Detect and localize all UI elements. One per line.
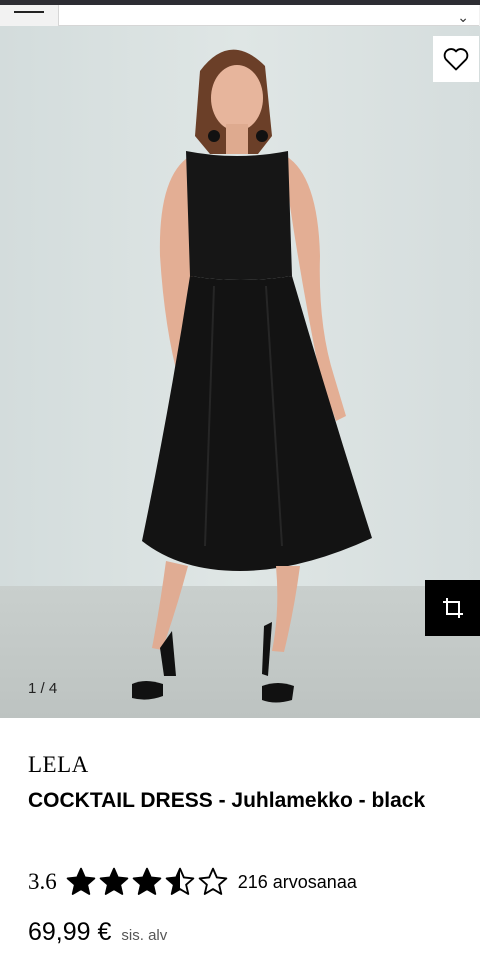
heart-outline-icon [443, 48, 469, 71]
rating-value: 3.6 [28, 869, 57, 894]
image-counter: 1 / 4 [28, 680, 58, 697]
star-full-icon [132, 867, 162, 895]
star-full-icon [66, 867, 96, 895]
favorite-button[interactable] [433, 36, 479, 82]
star-half-icon [165, 867, 195, 895]
price: 69,99 € [28, 918, 112, 946]
vat-note: sis. alv [121, 927, 168, 944]
search-bar[interactable]: ⌄ [58, 5, 479, 26]
product-image[interactable] [0, 26, 480, 718]
close-icon[interactable]: ⌄ [457, 9, 469, 26]
crop-button[interactable] [425, 580, 480, 636]
product-title: COCKTAIL DRESS - Juhlamekko - black [28, 789, 426, 812]
star-full-icon [99, 867, 129, 895]
top-bar: ⌄ [0, 0, 480, 26]
rating-row[interactable]: 3.6 216 arvosanaa [28, 866, 357, 898]
star-empty-icon [198, 867, 228, 895]
hamburger-icon[interactable] [14, 11, 44, 13]
crop-icon [442, 598, 463, 618]
price-row: 69,99 € sis. alv [28, 918, 167, 947]
star-rating [65, 866, 230, 898]
brand-name[interactable]: LELA [28, 752, 89, 778]
rating-count[interactable]: 216 arvosanaa [238, 872, 357, 893]
